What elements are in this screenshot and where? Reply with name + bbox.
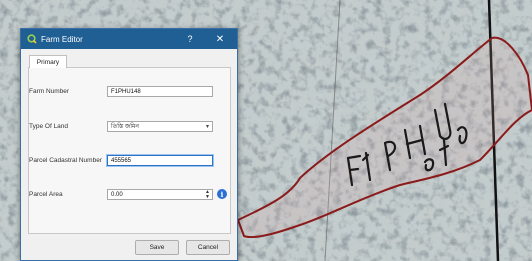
- type-of-land-label: Type Of Land: [29, 123, 69, 130]
- info-icon[interactable]: i: [217, 189, 227, 199]
- parcel-area-label: Parcel Area: [29, 191, 63, 198]
- farm-number-label: Farm Number: [29, 88, 70, 95]
- parcel-area-value: 0.00: [111, 191, 123, 198]
- qgis-icon: [27, 34, 37, 44]
- save-button[interactable]: Save: [135, 240, 179, 255]
- type-of-land-select[interactable]: তিস্তি জমিন ▾: [107, 121, 213, 132]
- parcel-area-input[interactable]: 0.00 ▲ ▼: [107, 189, 213, 200]
- spinner-icon[interactable]: ▲ ▼: [205, 190, 210, 200]
- dialog-titlebar[interactable]: Farm Editor ? ✕: [21, 29, 237, 49]
- parcel-cadastral-number-label: Parcel Cadastral Number: [29, 157, 102, 164]
- farm-editor-dialog: Farm Editor ? ✕ Primary Farm Number F1PH…: [20, 28, 238, 261]
- farm-number-input[interactable]: F1PHU148: [107, 86, 213, 97]
- close-button[interactable]: ✕: [213, 32, 227, 46]
- dialog-title: Farm Editor: [41, 34, 83, 44]
- cancel-button[interactable]: Cancel: [186, 240, 230, 255]
- help-button[interactable]: ?: [183, 32, 197, 46]
- parcel-cadastral-number-input[interactable]: 455565: [107, 155, 213, 166]
- chevron-down-icon: ▾: [205, 124, 209, 130]
- type-of-land-value: তিস্তি জমিন: [111, 124, 139, 130]
- tab-primary[interactable]: Primary: [29, 55, 67, 68]
